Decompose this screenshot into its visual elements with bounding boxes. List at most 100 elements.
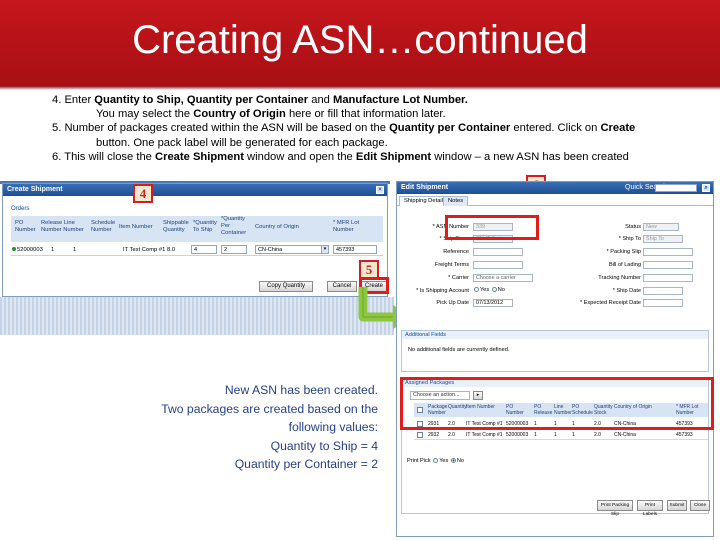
col-item: Item Number (119, 224, 153, 230)
ship-to-label: * Ship To (618, 236, 641, 242)
tracking-number-field[interactable] (643, 274, 693, 282)
create-shipment-window: Create Shipment × Orders PO Number Relea… (2, 183, 388, 297)
radio-no[interactable] (491, 287, 497, 293)
step-6-text: 6. This will close the (52, 150, 156, 163)
pickup-date-field[interactable]: 07/13/2012 (473, 299, 513, 307)
step-5-create: Create (600, 122, 636, 135)
edit-shipment-title: Edit Shipment (401, 184, 449, 191)
col-qty-container: *Quantity Per Container (221, 216, 247, 236)
additional-fields-title: Additional Fields (402, 331, 708, 339)
step-6: 6. This will close the Create Shipment w… (52, 150, 712, 164)
step-4-and: and (308, 94, 334, 106)
title-banner: Creating ASN…continued (0, 0, 720, 86)
col-lot: * MFR Lot Number (333, 220, 360, 233)
print-options: Print Pick Yes No (407, 458, 464, 464)
bill-of-lading-label: Bill of Lading (608, 262, 641, 268)
lot-input[interactable]: 457393 (333, 245, 377, 254)
package-cell: 1 (554, 432, 557, 438)
bill-of-lading-field[interactable] (643, 261, 693, 269)
copy-quantity-button[interactable]: Copy Quantity (259, 281, 313, 292)
step-5: 5. Number of packages created within the… (52, 121, 712, 135)
radio-print-yes[interactable] (433, 458, 439, 464)
close-icon[interactable]: × (376, 186, 384, 194)
quick-search-input[interactable] (655, 184, 697, 192)
ship-date-field[interactable] (643, 287, 683, 295)
package-cell: 457393 (676, 432, 693, 438)
row-checkbox[interactable] (417, 432, 423, 438)
callout-line-2: Two packages are created based on the (161, 401, 378, 416)
print-packing-slip-button[interactable]: Print Packing Slip (597, 500, 633, 517)
table-row[interactable]: 2932 2.0 IT Test Comp #1 52000003 1 1 1 2.0 CN-C… (414, 430, 708, 440)
edit-shipment-tabs: Shipping Details Notes (397, 195, 713, 206)
package-cell: 52000003 (506, 432, 529, 438)
callout-line-3: following values: (288, 420, 378, 435)
additional-fields-section: Additional Fields No additional fields a… (401, 330, 709, 372)
print-labels-button[interactable]: Print Labels (637, 500, 663, 517)
col-po: PO Number (15, 220, 36, 233)
packing-slip-field[interactable] (643, 248, 693, 256)
carrier-select[interactable]: Choose a carrier (473, 274, 533, 282)
step-6-bold-create: Create Shipment (155, 150, 244, 163)
shipping-account-radios: Yes No (473, 287, 505, 293)
step-4-bold-lot: Manufacture Lot Number. (333, 94, 468, 106)
row-status-icon (12, 247, 16, 251)
freight-terms-field[interactable] (473, 261, 523, 269)
country-select[interactable]: CN-China ▾ (255, 245, 329, 254)
step-5-click: entered. Click on (510, 122, 601, 135)
banner-shadow (0, 86, 720, 90)
cancel-button[interactable]: Cancel (327, 281, 357, 292)
step-5-note: button. One pack label will be generated… (52, 136, 712, 150)
submit-button[interactable]: Submit (667, 500, 687, 511)
radio-yes-label: Yes (480, 287, 490, 293)
background-grid-panel (0, 297, 394, 335)
callout-text: New ASN has been created. Two packages a… (110, 381, 378, 474)
carrier-label: * Carrier (448, 275, 469, 281)
radio-print-no[interactable] (450, 458, 456, 464)
package-cell: 1 (572, 432, 575, 438)
radio-print-yes-label: Yes (439, 458, 449, 464)
package-cell: CN-China (614, 432, 636, 438)
edit-shipment-window: Edit Shipment Quick Search ⌕ Shipping De… (396, 181, 714, 537)
step-5-note-text: button. One pack label will be generated… (96, 136, 388, 149)
shipping-account-label: * Is Shipping Account (416, 288, 469, 294)
callout-line-5: Quantity per Container = 2 (234, 457, 378, 472)
assigned-packages-highlight (400, 377, 714, 430)
callout-line-4: Quantity to Ship = 4 (270, 438, 378, 453)
package-cell: IT Test Comp #1 (466, 432, 503, 438)
col-release: Release Line Number Number (41, 220, 84, 233)
expected-receipt-field[interactable] (643, 299, 683, 307)
radio-print-no-label: No (456, 458, 465, 464)
col-qty-ship: *Quantity To Ship (193, 220, 217, 233)
status-field: New (643, 223, 679, 231)
slide-title: Creating ASN…continued (132, 18, 588, 62)
qty-container-input[interactable]: 2 (221, 245, 247, 254)
asn-number-highlight (445, 215, 539, 240)
step-4-note-end: here or fill that information later. (285, 108, 446, 121)
step-4-note-text: You may select the (96, 108, 194, 121)
search-icon[interactable]: ⌕ (702, 184, 710, 192)
tab-notes[interactable]: Notes (443, 196, 469, 206)
package-cell: 2.0 (448, 432, 455, 438)
table-row[interactable]: 52000003 1 1 IT Test Comp #1 8.0 4 2 CN-… (11, 244, 383, 256)
package-cell: 1 (534, 432, 537, 438)
create-shipment-title: Create Shipment (7, 186, 63, 193)
orders-table-header: PO Number Release Line Number Number Sch… (11, 216, 383, 242)
country-select-value: CN-China (258, 247, 283, 253)
print-pick-label: Print Pick (407, 458, 431, 464)
ship-date-label: * Ship Date (612, 288, 641, 294)
orders-tab[interactable]: Orders (11, 206, 29, 212)
instructions: 4. Enter Quantity to Ship, Quantity per … (52, 93, 712, 164)
row-line: 1 (73, 247, 77, 253)
close-button[interactable]: Close (690, 500, 710, 511)
expected-receipt-label: * Expected Receipt Date (580, 300, 641, 306)
step-5-bold: Quantity per Container (389, 122, 511, 135)
reference-label: Reference (443, 249, 469, 255)
step-4-note-bold: Country of Origin (193, 108, 286, 121)
additional-fields-text: No additional fields are currently defin… (408, 347, 510, 353)
tracking-number-label: Tracking Number (598, 275, 641, 281)
reference-field[interactable] (473, 248, 523, 256)
radio-yes[interactable] (474, 287, 479, 293)
step-6-mid: window and open the (243, 150, 356, 163)
qty-ship-input[interactable]: 4 (191, 245, 217, 254)
package-cell: 2.0 (594, 432, 601, 438)
